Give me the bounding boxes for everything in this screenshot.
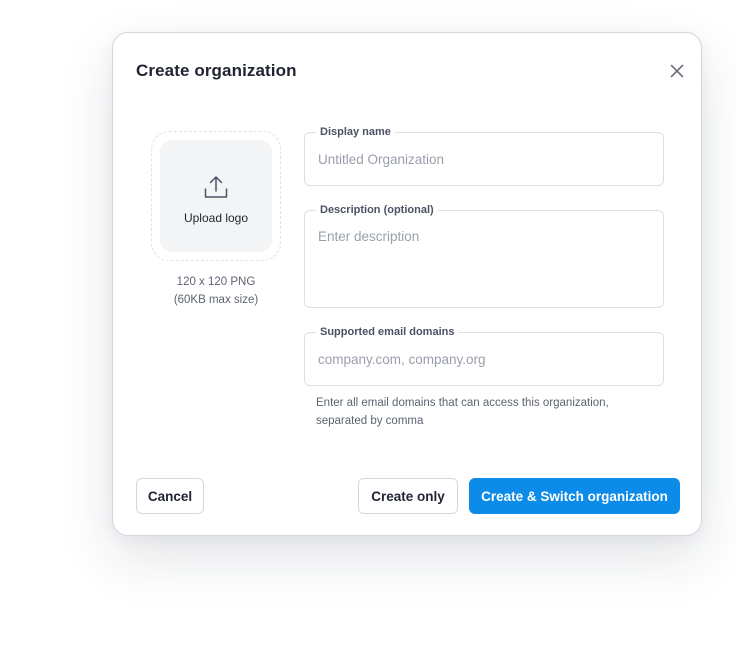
logo-upload-dropzone: Upload logo [151, 131, 281, 261]
description-field: Description (optional) [304, 202, 664, 308]
email-domains-field: Supported email domains [304, 324, 664, 386]
email-domains-help: Enter all email domains that can access … [316, 397, 609, 427]
create-organization-dialog: Create organization Upload logo 120 x 12… [112, 32, 702, 536]
cancel-button[interactable]: Cancel [136, 478, 204, 514]
close-icon [670, 64, 684, 78]
display-name-input[interactable] [305, 133, 663, 185]
description-input[interactable] [305, 211, 663, 307]
display-name-label: Display name [316, 124, 395, 140]
logo-size-hint-line: 120 x 120 PNG [176, 276, 256, 288]
logo-size-hint: 120 x 120 PNG (60KB max size) [141, 273, 291, 309]
create-and-switch-button[interactable]: Create & Switch organization [469, 478, 680, 514]
description-label: Description (optional) [316, 202, 438, 218]
upload-icon [204, 175, 228, 198]
close-button[interactable] [665, 59, 689, 83]
logo-max-size-hint-line: (60KB max size) [173, 294, 259, 306]
display-name-field: Display name [304, 124, 664, 186]
create-only-button[interactable]: Create only [358, 478, 458, 514]
upload-logo-button[interactable]: Upload logo [160, 140, 272, 252]
dialog-title: Create organization [136, 61, 297, 80]
upload-logo-label: Upload logo [183, 210, 249, 225]
email-domains-label: Supported email domains [316, 324, 459, 340]
email-domains-input[interactable] [305, 333, 663, 385]
